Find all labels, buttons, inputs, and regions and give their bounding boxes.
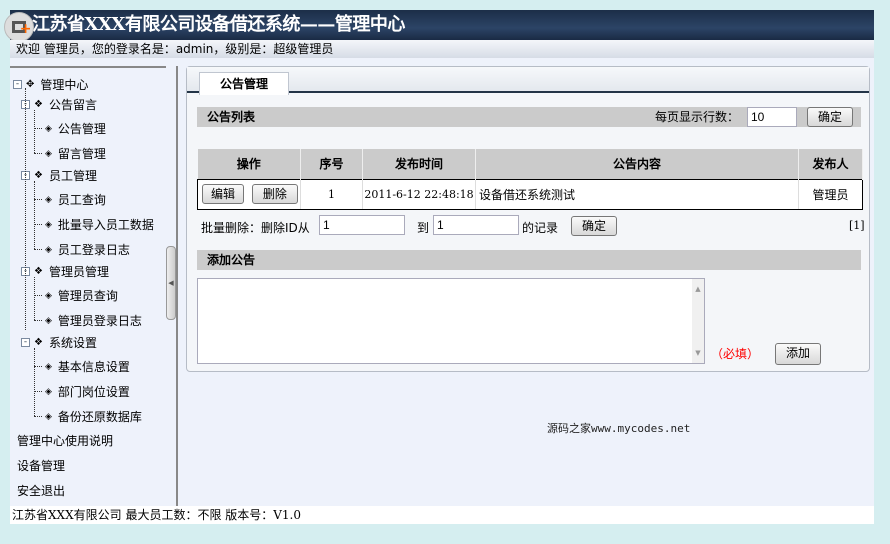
batch-to-input[interactable] — [433, 215, 519, 235]
diamond-icon: ◈ — [45, 244, 52, 255]
rows-per-page-confirm-button[interactable]: 确定 — [807, 107, 853, 127]
add-notice-button[interactable]: 添加 — [775, 343, 821, 365]
batch-to-label: 到 — [417, 221, 430, 235]
sidebar-collapse-handle[interactable]: ◀ — [166, 246, 176, 320]
diamond-icon: ❖ — [34, 266, 43, 277]
notice-table: 操作 序号 发布时间 公告内容 发布人 编辑 删除 1 2011-6-12 22… — [197, 149, 863, 210]
delete-button[interactable]: 删除 — [251, 184, 298, 204]
batch-delete-confirm-button[interactable]: 确定 — [571, 216, 617, 236]
col-header-id: 序号 — [300, 149, 363, 179]
cell-id: 1 — [300, 178, 363, 210]
diamond-icon: ◈ — [45, 386, 52, 397]
sidebar-item[interactable]: ◈ 管理员登录日志 — [34, 312, 142, 329]
footer: 江苏省XXX有限公司 最大员工数：不限 版本号：V1.0 — [10, 506, 874, 524]
col-header-action: 操作 — [197, 149, 301, 179]
sidebar-link-2[interactable]: 安全退出 — [17, 482, 65, 499]
app-title: 江苏省XXX有限公司设备借还系统——管理中心 — [32, 14, 405, 35]
sidebar-item[interactable]: ◈ 员工登录日志 — [34, 241, 130, 258]
app-window: 江苏省XXX有限公司设备借还系统——管理中心 欢迎 管理员，您的登录名是：adm… — [4, 10, 874, 524]
diamond-icon: ◈ — [45, 290, 52, 301]
diamond-icon: ◈ — [45, 194, 52, 205]
table-row: 编辑 删除 1 2011-6-12 22:48:18 设备借还系统测试 管理员 — [197, 178, 863, 210]
tree-group-3[interactable]: - ❖ 系统设置 — [21, 334, 97, 351]
cell-author: 管理员 — [798, 178, 863, 210]
add-notice-header: 添加公告 — [197, 250, 861, 270]
sidebar-item[interactable]: ◈ 公告管理 — [34, 120, 106, 137]
cell-content: 设备借还系统测试 — [475, 178, 799, 210]
notice-list-title: 公告列表 — [207, 110, 256, 124]
sidebar-item[interactable]: ◈ 员工查询 — [34, 191, 106, 208]
diamond-icon: ❖ — [34, 337, 43, 348]
cell-time: 2011-6-12 22:48:18 — [362, 178, 476, 210]
app-logo-icon — [4, 12, 34, 44]
diamond-icon: ❖ — [34, 170, 43, 181]
collapse-icon[interactable]: - — [13, 80, 22, 89]
notice-content-textarea[interactable]: ▲ ▼ — [197, 278, 705, 364]
batch-delete-label: 批量删除：删除ID从 — [201, 221, 310, 235]
rows-per-page-input[interactable] — [747, 107, 797, 127]
diamond-icon: ◈ — [45, 123, 52, 134]
notice-list-header: 公告列表 每页显示行数： 确定 — [197, 107, 861, 127]
welcome-bar: 欢迎 管理员，您的登录名是：admin，级别是：超级管理员 — [10, 40, 874, 58]
textarea-scrollbar[interactable]: ▲ ▼ — [692, 279, 704, 363]
diamond-icon: ◈ — [45, 411, 52, 422]
col-header-author: 发布人 — [798, 149, 863, 179]
tree-root-icon: ✥ — [26, 79, 35, 90]
diamond-icon: ❖ — [34, 99, 43, 110]
app-header: 江苏省XXX有限公司设备借还系统——管理中心 — [4, 10, 874, 44]
tree-group-0[interactable]: - ❖ 公告留言 — [21, 96, 97, 113]
sidebar-divider — [176, 66, 178, 506]
tree-group-1[interactable]: - ❖ 员工管理 — [21, 167, 97, 184]
diamond-icon: ◈ — [45, 219, 52, 230]
batch-from-input[interactable] — [319, 215, 405, 235]
sidebar-item[interactable]: ◈ 基本信息设置 — [34, 358, 130, 375]
sidebar-item[interactable]: ◈ 批量导入员工数据 — [34, 216, 154, 233]
sidebar-link-1[interactable]: 设备管理 — [17, 457, 65, 474]
pager-page-1[interactable]: [1] — [849, 219, 865, 232]
col-header-content: 公告内容 — [475, 149, 799, 179]
sidebar-tree: - ✥ 管理中心 - ❖ 公告留言 ◈ 公告管理 ◈ 留言管理 - ❖ 员工管理 ◈ 员工查询 ◈ 批量导入员工… — [10, 66, 166, 506]
batch-suffix-label: 的记录 — [522, 221, 559, 235]
watermark-text: 源码之家www.mycodes.net — [547, 422, 691, 435]
sidebar-item[interactable]: ◈ 留言管理 — [34, 145, 106, 162]
sidebar-link-0[interactable]: 管理中心使用说明 — [17, 432, 113, 449]
collapse-icon[interactable]: - — [21, 338, 30, 347]
required-hint: （必填） — [711, 347, 760, 361]
col-header-time: 发布时间 — [362, 149, 476, 179]
sidebar-item[interactable]: ◈ 备份还原数据库 — [34, 408, 142, 425]
diamond-icon: ◈ — [45, 148, 52, 159]
diamond-icon: ◈ — [45, 315, 52, 326]
edit-button[interactable]: 编辑 — [202, 184, 244, 204]
sidebar-item[interactable]: ◈ 部门岗位设置 — [34, 383, 130, 400]
sidebar-item[interactable]: ◈ 管理员查询 — [34, 287, 118, 304]
main-panel: 公告管理 公告列表 每页显示行数： 确定 操作 序号 发布时间 公告内容 发布人… — [186, 66, 870, 372]
tab-notice-management[interactable]: 公告管理 — [199, 72, 289, 95]
diamond-icon: ◈ — [45, 361, 52, 372]
rows-per-page-label: 每页显示行数： — [655, 110, 740, 124]
tab-bar: 公告管理 — [187, 67, 869, 95]
